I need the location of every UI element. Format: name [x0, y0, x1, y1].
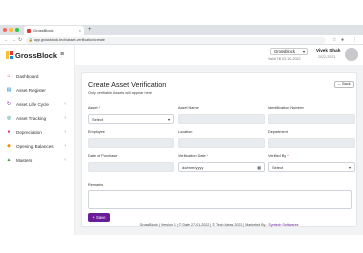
user-financial-year: 2022-2023 [318, 55, 336, 59]
sidebar-item-asset-life-cycle[interactable]: ↻ Asset Life Cycle ‹ [0, 97, 75, 111]
sidebar-item-label: Depreciation [16, 129, 42, 135]
identification-number-label: Identification Number [268, 106, 304, 110]
chevron-down-icon: ▾ [302, 49, 305, 54]
page-subtitle: Only verifiable Assets will appear here [88, 91, 153, 95]
date-of-purchase-field [88, 162, 174, 172]
identification-number-field [268, 114, 355, 124]
asset-value: Select [92, 117, 104, 122]
footer-text: GrossBlock | Version 1 | © Date 27-01-20… [139, 223, 269, 227]
date-of-purchase-label: Date of Purchase [88, 154, 118, 158]
asset-label: Asset * [88, 106, 101, 110]
validity-text: Valid Till 03-10-2022 [268, 57, 301, 61]
depreciation-icon: ● [7, 129, 11, 135]
sidebar-item-label: Asset Register [16, 87, 46, 93]
sidebar-item-label: Masters [16, 157, 33, 163]
verified-by-label: Verified By * [268, 154, 289, 158]
remarks-label: Remarks [88, 183, 104, 187]
asset-name-field [178, 114, 265, 124]
tab-title: GrossBlock [33, 28, 54, 33]
minimize-window-button[interactable] [9, 28, 13, 32]
tracking-icon: ◎ [6, 115, 12, 121]
hamburger-menu-icon[interactable]: ≡ [60, 51, 64, 58]
back-arrow-icon[interactable]: ← [4, 36, 9, 44]
chevron-down-icon: ▾ [167, 117, 170, 122]
sidebar-item-asset-tracking[interactable]: ◎ Asset Tracking ‹ [0, 111, 75, 125]
location-label: Location [178, 130, 193, 134]
browser-tab-bar: GrossBlock × + [0, 25, 363, 35]
sidebar: GrossBlock ≡ ⌂ Dashboard ▤ Asset Registe… [0, 45, 75, 235]
department-label: Department [268, 130, 288, 134]
footer: GrossBlock | Version 1 | © Date 27-01-20… [75, 221, 363, 229]
sidebar-item-label: Dashboard [16, 73, 39, 79]
star-icon[interactable]: ☆ [332, 36, 336, 44]
sidebar-item-label: Asset Tracking [16, 115, 47, 121]
favicon-icon [27, 28, 31, 33]
user-name: Vivek Shah [316, 48, 341, 53]
sidebar-item-masters[interactable]: ▲ Masters ‹ [0, 153, 75, 167]
logo[interactable]: GrossBlock [6, 50, 57, 60]
footer-brand-link[interactable]: Syntech Softwares [268, 223, 298, 227]
sidebar-item-opening-balances[interactable]: ◆ Opening Balances ‹ [0, 139, 75, 153]
verified-by-select[interactable]: Select ▾ [268, 162, 355, 172]
back-label: Back [342, 82, 351, 86]
department-field [268, 138, 355, 148]
logo-icon [6, 51, 13, 59]
verification-date-label: Verification Date * [178, 154, 209, 158]
sidebar-item-depreciation[interactable]: ● Depreciation ‹ [0, 125, 75, 139]
reload-icon[interactable]: ↻ [18, 36, 22, 44]
url-text: app.grossblock.tech/asset-verification/c… [34, 37, 105, 42]
profile-icon[interactable]: ● [341, 36, 344, 44]
maximize-window-button[interactable] [15, 28, 19, 32]
calendar-icon[interactable]: ▦ [257, 163, 261, 173]
lock-icon: 🔒 [28, 37, 33, 42]
chevron-down-icon: ▾ [348, 165, 351, 170]
form-card: Create Asset Verification Only verifiabl… [81, 72, 357, 227]
masters-icon: ▲ [6, 157, 12, 163]
logo-text: GrossBlock [15, 50, 58, 60]
chevron-left-icon: ‹ [64, 129, 66, 135]
chevron-left-icon: ‹ [64, 143, 66, 149]
employee-label: Employee [88, 130, 105, 134]
employee-field [88, 138, 174, 148]
url-input[interactable]: 🔒 app.grossblock.tech/asset-verification… [26, 36, 326, 44]
chevron-left-icon: ‹ [64, 157, 66, 163]
page-title: Create Asset Verification [88, 80, 167, 89]
location-field [178, 138, 265, 148]
asset-name-label: Asset Name [178, 106, 199, 110]
sidebar-item-asset-register[interactable]: ▤ Asset Register [0, 83, 75, 97]
browser-tab[interactable]: GrossBlock × [24, 26, 84, 35]
remarks-textarea[interactable] [88, 190, 352, 209]
avatar[interactable] [345, 48, 358, 61]
verified-by-value: Select [272, 165, 284, 170]
top-header: Grossblock ▾ Valid Till 03-10-2022 Vivek… [75, 45, 363, 65]
company-value: Grossblock [274, 49, 295, 54]
company-select[interactable]: Grossblock ▾ [270, 48, 308, 55]
sidebar-item-label: Opening Balances [16, 143, 54, 149]
forward-arrow-icon[interactable]: → [11, 36, 16, 44]
sidebar-item-dashboard[interactable]: ⌂ Dashboard [0, 69, 75, 83]
new-tab-button[interactable]: + [88, 26, 92, 34]
verification-date-input[interactable]: dd/mm/yyyy ▦ [178, 162, 265, 172]
tab-close-icon[interactable]: × [79, 28, 81, 33]
main-content: Create Asset Verification Only verifiabl… [75, 65, 363, 235]
sidebar-nav: ⌂ Dashboard ▤ Asset Register ↻ Asset Lif… [0, 69, 75, 167]
lifecycle-icon: ↻ [6, 101, 12, 107]
menu-dots-icon[interactable]: ⋮ [352, 36, 357, 44]
sidebar-item-label: Asset Life Cycle [16, 101, 49, 107]
asset-select[interactable]: Select ▾ [88, 114, 174, 124]
dashboard-icon: ⌂ [7, 73, 11, 79]
back-button[interactable]: ← Back [334, 81, 354, 88]
verification-date-value: dd/mm/yyyy [182, 165, 204, 170]
address-bar-row: ← → ↻ 🔒 app.grossblock.tech/asset-verifi… [0, 35, 363, 45]
balances-icon: ◆ [7, 143, 11, 149]
close-window-button[interactable] [3, 28, 7, 32]
window-controls [3, 28, 19, 32]
chevron-left-icon: ‹ [64, 115, 66, 121]
chevron-left-icon: ‹ [64, 101, 66, 107]
register-icon: ▤ [6, 87, 12, 93]
